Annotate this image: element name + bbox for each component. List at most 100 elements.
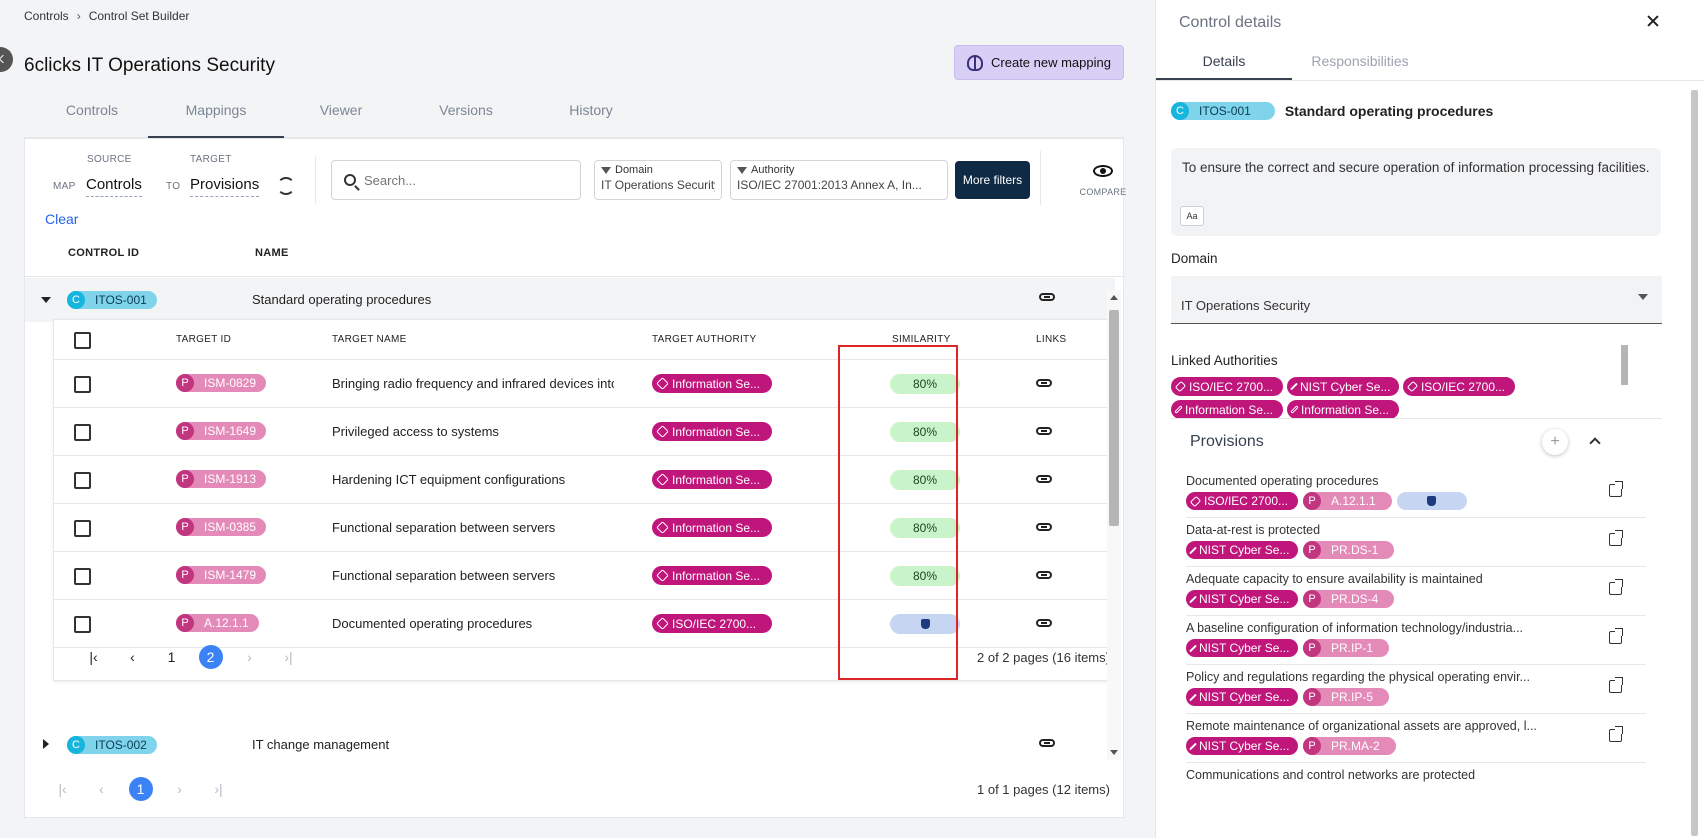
control-id: ITOS-002 — [95, 738, 147, 752]
scrollbar-thumb[interactable] — [1621, 345, 1628, 385]
table-row[interactable]: P ISM-1649 Privileged access to systems I… — [54, 408, 1114, 456]
gavel-icon — [656, 617, 669, 630]
tab-history[interactable]: History — [523, 100, 659, 138]
tab-mappings[interactable]: Mappings — [148, 100, 284, 138]
link-icon[interactable] — [1036, 571, 1052, 579]
scroll-up-icon[interactable] — [1110, 295, 1118, 300]
row-checkbox[interactable] — [74, 616, 91, 633]
provision-item[interactable]: Remote maintenance of organizational ass… — [1186, 714, 1646, 763]
open-external-icon[interactable] — [1609, 726, 1623, 742]
prev-page-button[interactable]: ‹ — [113, 649, 152, 665]
row-checkbox[interactable] — [74, 472, 91, 489]
authority-name: ISO/IEC 2700... — [1203, 494, 1288, 508]
table-row[interactable]: P ISM-0829 Bringing radio frequency and i… — [54, 360, 1114, 408]
link-icon[interactable] — [1039, 293, 1055, 301]
authority-badge[interactable]: NIST Cyber Se... — [1287, 377, 1399, 396]
source-select[interactable]: Controls — [86, 176, 142, 197]
prev-page-button[interactable]: ‹ — [82, 781, 121, 797]
provision-item[interactable]: Documented operating procedures ISO/IEC … — [1186, 469, 1646, 518]
search-input[interactable] — [364, 172, 564, 188]
target-select[interactable]: Provisions — [190, 176, 260, 197]
tab-responsibilities[interactable]: Responsibilities — [1292, 53, 1428, 80]
provision-item[interactable]: Communications and control networks are … — [1186, 763, 1646, 812]
target-id-badge: P ISM-1649 — [176, 422, 267, 440]
first-page-button[interactable]: |‹ — [74, 649, 113, 665]
row-checkbox[interactable] — [74, 568, 91, 585]
provision-badge-letter: P — [176, 470, 194, 488]
authority-badge[interactable]: Information Se... — [1287, 400, 1399, 419]
link-icon[interactable] — [1036, 379, 1052, 387]
page-button[interactable]: 1 — [152, 649, 191, 665]
next-page-button[interactable]: › — [230, 649, 269, 665]
control-description[interactable]: To ensure the correct and secure operati… — [1171, 148, 1661, 236]
authorities-scrollbar[interactable] — [1621, 339, 1629, 393]
link-icon[interactable] — [1039, 739, 1055, 747]
compare-button[interactable]: COMPARE — [1075, 161, 1131, 197]
breadcrumb-root[interactable]: Controls — [24, 9, 69, 23]
provision-item[interactable]: A baseline configuration of information … — [1186, 616, 1646, 665]
authority-filter[interactable]: Authority ISO/IEC 27001:2013 Annex A, In… — [730, 160, 948, 200]
provision-item[interactable]: Policy and regulations regarding the phy… — [1186, 665, 1646, 714]
scrollbar-thumb[interactable] — [1691, 90, 1698, 836]
domain-filter[interactable]: Domain IT Operations Security — [594, 160, 722, 200]
link-icon[interactable] — [1036, 523, 1052, 531]
collapse-caret-icon[interactable] — [41, 297, 51, 303]
filter-icon — [737, 166, 747, 174]
table-scrollbar[interactable] — [1107, 290, 1121, 760]
scroll-down-icon[interactable] — [1110, 750, 1118, 755]
tab-viewer[interactable]: Viewer — [273, 100, 409, 138]
domain-select[interactable]: IT Operations Security — [1171, 276, 1662, 324]
tab-details[interactable]: Details — [1156, 53, 1292, 80]
open-external-icon[interactable] — [1609, 481, 1623, 497]
table-row[interactable]: P ISM-1913 Hardening ICT equipment config… — [54, 456, 1114, 504]
authority-name: Information Se... — [1184, 402, 1273, 417]
last-page-button[interactable]: ›| — [199, 781, 238, 797]
provision-id: PR.DS-1 — [1331, 543, 1379, 557]
authority-badge[interactable]: ISO/IEC 2700... — [1403, 377, 1515, 396]
provision-item[interactable]: Adequate capacity to ensure availability… — [1186, 567, 1646, 616]
text-format-button[interactable]: Aa — [1180, 206, 1204, 226]
open-external-icon[interactable] — [1609, 628, 1623, 644]
next-page-button[interactable]: › — [160, 781, 199, 797]
authority-badge[interactable]: ISO/IEC 2700... — [1171, 377, 1283, 396]
authority-badge[interactable]: Information Se... — [1171, 400, 1283, 419]
select-all-checkbox[interactable] — [74, 332, 91, 349]
row-checkbox[interactable] — [74, 376, 91, 393]
clear-link[interactable]: Clear — [45, 211, 78, 227]
table-row[interactable]: P A.12.1.1 Documented operating procedure… — [54, 600, 1114, 648]
last-page-button[interactable]: ›| — [269, 649, 308, 665]
swap-refresh-icon[interactable] — [277, 177, 295, 195]
open-external-icon[interactable] — [1609, 579, 1623, 595]
close-icon[interactable] — [1645, 14, 1661, 30]
scrollbar-thumb[interactable] — [1109, 310, 1119, 526]
add-provision-button[interactable]: + — [1542, 429, 1568, 455]
authority-name: NIST Cyber Se... — [1199, 592, 1290, 606]
tab-controls[interactable]: Controls — [24, 100, 160, 138]
row-checkbox[interactable] — [74, 520, 91, 537]
link-icon[interactable] — [1036, 619, 1052, 627]
authority-badge: NIST Cyber Se... — [1186, 541, 1298, 559]
link-icon[interactable] — [1036, 427, 1052, 435]
authority-badge: NIST Cyber Se... — [1186, 590, 1298, 608]
details-scrollbar[interactable] — [1691, 90, 1699, 836]
more-filters-button[interactable]: More filters — [955, 161, 1030, 199]
first-page-button[interactable]: |‹ — [43, 781, 82, 797]
open-external-icon[interactable] — [1609, 677, 1623, 693]
expand-caret-icon[interactable] — [43, 739, 49, 749]
provision-item[interactable]: Data-at-rest is protected NIST Cyber Se.… — [1186, 518, 1646, 567]
link-icon[interactable] — [1036, 475, 1052, 483]
control-name: Standard operating procedures — [1284, 103, 1494, 119]
create-mapping-button[interactable]: Create new mapping — [954, 45, 1124, 80]
tab-versions[interactable]: Versions — [398, 100, 534, 138]
page-button-current[interactable]: 2 — [191, 645, 230, 669]
table-row[interactable]: C ITOS-001 Standard operating procedures — [25, 278, 1115, 322]
chevron-up-icon[interactable] — [1589, 437, 1601, 449]
row-checkbox[interactable] — [74, 424, 91, 441]
open-external-icon[interactable] — [1609, 530, 1623, 546]
back-arrow-icon[interactable] — [0, 47, 13, 72]
search-box[interactable] — [331, 160, 581, 200]
page-button-current[interactable]: 1 — [121, 777, 160, 801]
table-row[interactable]: P ISM-1479 Functional separation between … — [54, 552, 1114, 600]
table-row[interactable]: P ISM-0385 Functional separation between … — [54, 504, 1114, 552]
table-row[interactable]: C ITOS-002 IT change management — [25, 723, 1115, 767]
